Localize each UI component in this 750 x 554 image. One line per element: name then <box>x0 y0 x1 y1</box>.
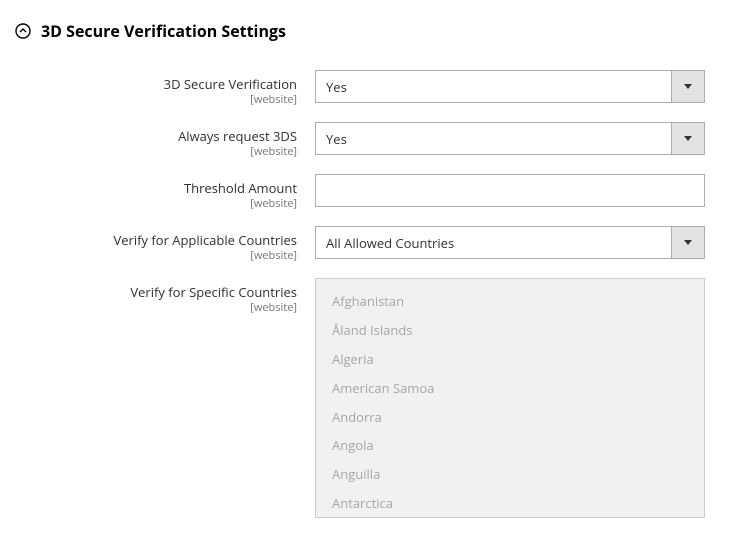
field-label: Verify for Specific Countries <box>15 284 297 301</box>
chevron-down-icon <box>671 227 704 258</box>
multiselect-option[interactable]: Andorra <box>316 403 704 432</box>
label-col: Verify for Specific Countries [website] <box>15 278 315 314</box>
row-specific-countries: Verify for Specific Countries [website] … <box>15 278 730 518</box>
label-col: Verify for Applicable Countries [website… <box>15 226 315 262</box>
row-applicable-countries: Verify for Applicable Countries [website… <box>15 226 730 262</box>
chevron-down-icon <box>671 71 704 102</box>
field-label: Threshold Amount <box>15 180 297 197</box>
label-col: Always request 3DS [website] <box>15 122 315 158</box>
field-scope: [website] <box>15 301 297 314</box>
select-applicable-countries[interactable]: All Allowed Countries <box>315 226 705 259</box>
multiselect-list[interactable]: AfghanistanÅland IslandsAlgeriaAmerican … <box>316 279 704 517</box>
row-threshold-amount: Threshold Amount [website] <box>15 174 730 210</box>
multiselect-option[interactable]: Åland Islands <box>316 316 704 345</box>
collapse-icon <box>15 23 31 39</box>
row-always-request-3ds: Always request 3DS [website] Yes <box>15 122 730 158</box>
multiselect-option[interactable]: Anguilla <box>316 460 704 489</box>
row-3ds-verification: 3D Secure Verification [website] Yes <box>15 70 730 106</box>
select-value: Yes <box>316 130 671 148</box>
label-col: 3D Secure Verification [website] <box>15 70 315 106</box>
input-threshold-amount[interactable] <box>315 174 705 207</box>
multiselect-option[interactable]: American Samoa <box>316 374 704 403</box>
select-value: Yes <box>316 78 671 96</box>
field-scope: [website] <box>15 197 297 210</box>
multiselect-option[interactable]: Algeria <box>316 345 704 374</box>
multiselect-specific-countries[interactable]: AfghanistanÅland IslandsAlgeriaAmerican … <box>315 278 705 518</box>
field-label: Verify for Applicable Countries <box>15 232 297 249</box>
label-col: Threshold Amount [website] <box>15 174 315 210</box>
field-scope: [website] <box>15 93 297 106</box>
section-header[interactable]: 3D Secure Verification Settings <box>15 20 730 42</box>
section-title: 3D Secure Verification Settings <box>41 20 286 42</box>
multiselect-option[interactable]: Angola <box>316 431 704 460</box>
multiselect-option[interactable]: Afghanistan <box>316 287 704 316</box>
select-value: All Allowed Countries <box>316 234 671 252</box>
multiselect-option[interactable]: Antarctica <box>316 489 704 517</box>
field-label: Always request 3DS <box>15 128 297 145</box>
field-scope: [website] <box>15 145 297 158</box>
field-label: 3D Secure Verification <box>15 76 297 93</box>
chevron-down-icon <box>671 123 704 154</box>
field-scope: [website] <box>15 249 297 262</box>
select-3ds-verification[interactable]: Yes <box>315 70 705 103</box>
select-always-request-3ds[interactable]: Yes <box>315 122 705 155</box>
